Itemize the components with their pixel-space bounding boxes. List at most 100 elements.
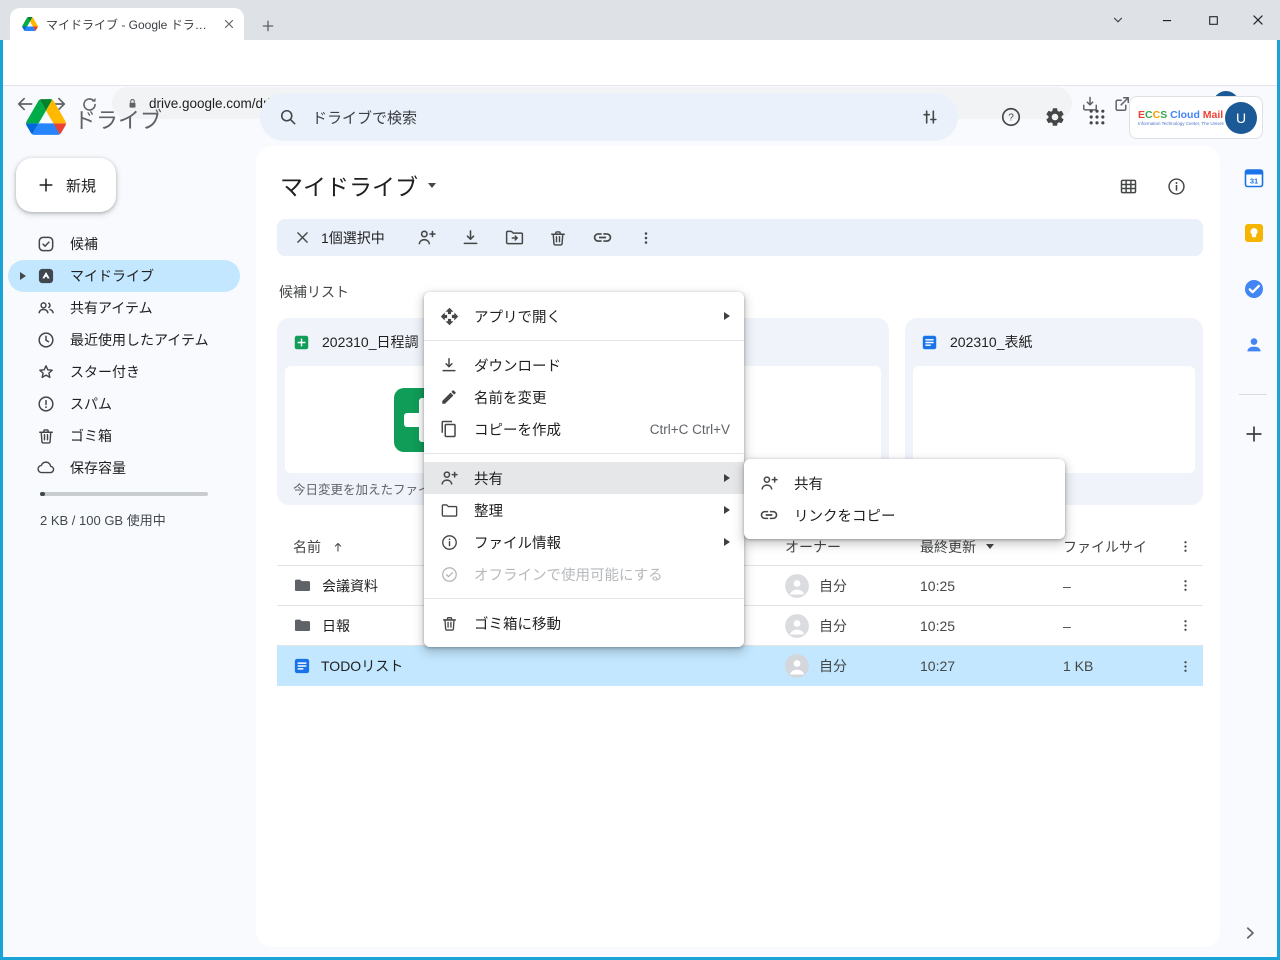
menu-item-file-info[interactable]: ファイル情報 <box>424 526 744 558</box>
card-caption: 今日変更を加えたファイ <box>293 479 431 498</box>
menu-divider <box>424 340 744 341</box>
clock-icon <box>36 330 56 350</box>
page-title-row[interactable]: マイドライブ <box>280 168 436 202</box>
browser-tab[interactable]: マイドライブ - Google ドライブ <box>10 8 244 40</box>
move-folder-icon[interactable] <box>499 223 529 253</box>
cloud-icon <box>36 458 56 478</box>
trash-icon[interactable] <box>543 223 573 253</box>
card-thumbnail <box>913 366 1195 473</box>
eccs-word-cloud: Cloud <box>1167 109 1200 121</box>
download-icon[interactable] <box>455 223 485 253</box>
app-name: ドライブ <box>74 103 162 135</box>
hide-side-panel-chevron-icon[interactable] <box>1237 920 1263 946</box>
search-options-tune-icon[interactable] <box>920 107 940 127</box>
sidebar-item-spam[interactable]: スパム <box>8 388 240 420</box>
pencil-icon <box>438 386 460 408</box>
suggestions-section-label: 候補リスト <box>279 282 349 302</box>
menu-item-organize[interactable]: 整理 <box>424 494 744 526</box>
column-name[interactable]: 名前 <box>293 528 345 565</box>
menu-item-make-copy[interactable]: コピーを作成 Ctrl+C Ctrl+V <box>424 413 744 445</box>
sidebar-item-trash[interactable]: ゴミ箱 <box>8 420 240 452</box>
eccs-letter: E <box>1138 109 1145 121</box>
table-row-selected[interactable]: TODOリスト 自分 10:27 1 KB <box>277 646 1203 686</box>
chevron-down-icon[interactable] <box>428 183 436 188</box>
storage-usage-text: 2 KB / 100 GB 使用中 <box>40 510 166 529</box>
submenu-item-copy-link[interactable]: リンクをコピー <box>744 499 1065 531</box>
menu-item-move-to-trash[interactable]: ゴミ箱に移動 <box>424 607 744 639</box>
submenu-arrow-icon <box>724 506 730 514</box>
add-addon-plus-icon[interactable] <box>1241 421 1267 447</box>
menu-item-offline: オフラインで使用可能にする <box>424 558 744 590</box>
row-kebab-icon[interactable] <box>1171 566 1199 605</box>
details-info-icon[interactable] <box>1162 172 1190 200</box>
share-person-add-icon[interactable] <box>411 223 441 253</box>
keep-icon[interactable] <box>1241 220 1267 246</box>
copy-icon <box>438 418 460 440</box>
share-submenu: 共有 リンクをコピー <box>744 459 1065 539</box>
sidebar-item-label: 保存容量 <box>70 458 126 478</box>
menu-item-download[interactable]: ダウンロード <box>424 349 744 381</box>
tab-close-icon[interactable] <box>222 17 236 31</box>
contacts-icon[interactable] <box>1241 332 1267 358</box>
search-input[interactable]: ドライブで検索 <box>312 107 906 128</box>
menu-item-rename[interactable]: 名前を変更 <box>424 381 744 413</box>
menu-divider <box>424 598 744 599</box>
drive-logo[interactable] <box>26 99 66 135</box>
grid-view-icon[interactable] <box>1114 172 1142 200</box>
account-badge[interactable]: ECCS Cloud Mail Information Technology C… <box>1129 96 1263 139</box>
sort-descending-caret-icon <box>986 544 994 549</box>
sidebar-item-label: 候補 <box>70 234 98 254</box>
sidebar-item-my-drive[interactable]: マイドライブ <box>8 260 240 292</box>
page-title: マイドライブ <box>280 168 418 202</box>
new-tab-button[interactable] <box>254 12 282 40</box>
browser-toolbar: drive.google.com/drive/my-drive U <box>0 40 1280 86</box>
account-avatar[interactable]: U <box>1225 102 1257 134</box>
settings-gear-icon[interactable] <box>1041 103 1069 131</box>
window-minimize-button[interactable] <box>1152 8 1182 32</box>
storage-progress-bar <box>40 492 208 496</box>
tasks-icon[interactable] <box>1241 276 1267 302</box>
tab-title: マイドライブ - Google ドライブ <box>46 16 214 33</box>
my-drive-icon <box>36 266 56 286</box>
file-name: 日報 <box>322 616 350 636</box>
submenu-item-share[interactable]: 共有 <box>744 467 1065 499</box>
selection-toolbar: 1個選択中 <box>277 219 1203 256</box>
sidebar-item-recent[interactable]: 最近使用したアイテム <box>8 324 240 356</box>
expand-caret-icon[interactable] <box>20 272 26 280</box>
eccs-subtitle: Information Technology Center, The Unive… <box>1138 121 1224 126</box>
column-settings-kebab-icon[interactable] <box>1171 528 1199 565</box>
search-bar[interactable]: ドライブで検索 <box>260 93 958 141</box>
more-actions-kebab-icon[interactable] <box>631 223 661 253</box>
side-panel-divider <box>1239 394 1267 395</box>
submenu-arrow-icon <box>724 474 730 482</box>
help-icon[interactable]: ? <box>997 103 1025 131</box>
clear-selection-icon[interactable] <box>287 223 317 253</box>
sidebar-item-label: 共有アイテム <box>70 298 153 318</box>
copy-link-icon[interactable] <box>587 223 617 253</box>
new-button-label: 新規 <box>66 175 96 196</box>
sidebar-item-starred[interactable]: スター付き <box>8 356 240 388</box>
card-title: 202310_日程調 <box>322 332 419 352</box>
tab-search-chevron-icon[interactable] <box>1103 8 1133 32</box>
sidebar-item-label: マイドライブ <box>70 266 154 286</box>
row-kebab-icon[interactable] <box>1171 646 1199 686</box>
modified-time: 10:25 <box>920 618 955 634</box>
file-size: – <box>1063 578 1071 594</box>
new-button[interactable]: 新規 <box>16 158 116 212</box>
file-size: 1 KB <box>1063 658 1093 674</box>
person-add-icon <box>438 467 460 489</box>
plus-icon <box>36 175 56 195</box>
google-apps-grid-icon[interactable] <box>1083 103 1111 131</box>
column-size[interactable]: ファイルサイ <box>1063 528 1147 565</box>
menu-item-share[interactable]: 共有 <box>424 462 744 494</box>
sidebar-item-shared[interactable]: 共有アイテム <box>8 292 240 324</box>
menu-divider <box>424 453 744 454</box>
menu-item-open-with[interactable]: アプリで開く <box>424 300 744 332</box>
row-kebab-icon[interactable] <box>1171 606 1199 645</box>
sidebar-item-storage[interactable]: 保存容量 <box>8 452 240 484</box>
window-maximize-button[interactable] <box>1198 8 1228 32</box>
search-icon[interactable] <box>278 107 298 127</box>
sidebar-item-suggested[interactable]: 候補 <box>8 228 240 260</box>
window-close-button[interactable] <box>1243 8 1273 32</box>
calendar-icon[interactable]: 31 <box>1241 165 1267 191</box>
